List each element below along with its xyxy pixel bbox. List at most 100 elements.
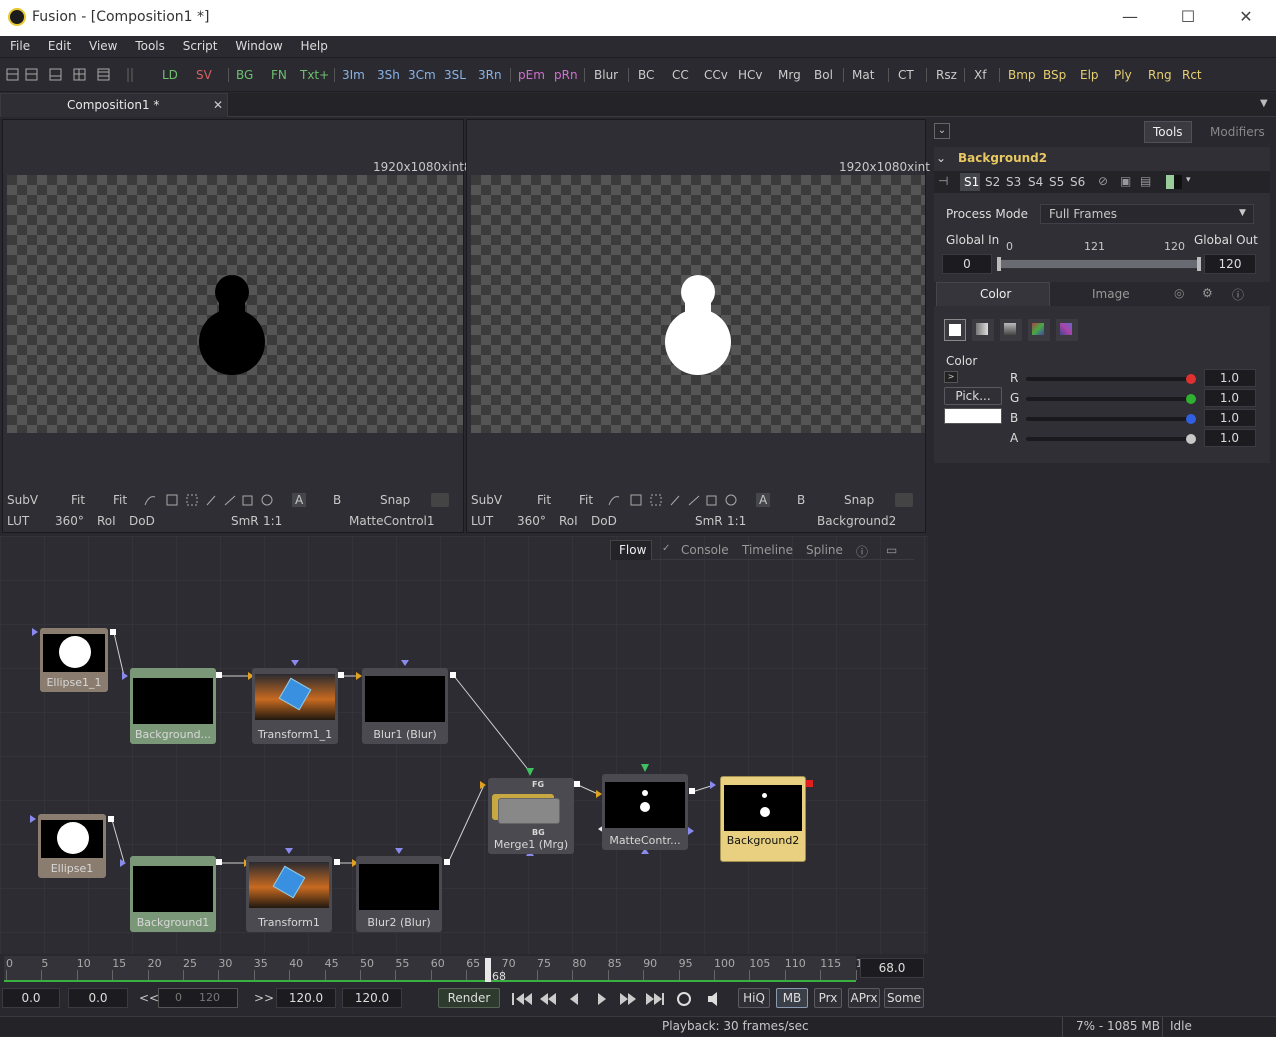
node-background1-1[interactable]: Background... [130, 668, 216, 744]
flag-mb[interactable]: MB [776, 988, 808, 1008]
360-button[interactable]: 360° [517, 514, 546, 528]
toolbar-button-rng[interactable]: Rng [1148, 68, 1172, 82]
channel-value-r[interactable]: 1.0 [1204, 369, 1256, 387]
viewer-node-name[interactable]: MatteControl1 [349, 514, 435, 528]
toolbar-button-ply[interactable]: Ply [1114, 68, 1132, 82]
roi-button[interactable]: RoI [559, 514, 578, 528]
toolbar-button-rsz[interactable]: Rsz [936, 68, 957, 82]
horizontal-gradient-button[interactable] [972, 319, 994, 341]
slider-handle[interactable] [1186, 394, 1196, 404]
toolbar-button-rct[interactable]: Rct [1182, 68, 1202, 82]
color-channel-icon[interactable] [431, 493, 449, 507]
close-icon[interactable]: ✕ [213, 98, 223, 112]
a-button[interactable]: A [292, 493, 307, 507]
slot-s5[interactable]: S5 [1049, 175, 1064, 189]
time-ruler[interactable]: 0 5 10 15 20 25 30 35 40 45 50 55 60 65 70 75 80 85 90 95 10… [4, 956, 877, 983]
slider-handle[interactable] [1186, 434, 1196, 444]
node-background1[interactable]: Background1 [130, 856, 216, 932]
tab-modifiers[interactable]: Modifiers [1210, 125, 1265, 139]
viewer-image[interactable] [471, 175, 925, 433]
360-button[interactable]: 360° [55, 514, 84, 528]
channel-slider-a[interactable] [1026, 437, 1192, 441]
viewer-right[interactable]: 1920x1080xint8 SubV Fit Fit A B Snap LUT… [466, 119, 938, 533]
ratio-button[interactable]: 1:1 [263, 514, 282, 528]
fit-button-2[interactable]: Fit [113, 493, 127, 507]
global-in-field[interactable]: 0 [942, 254, 992, 274]
node-transform1[interactable]: Transform1 [246, 856, 332, 932]
render-start-field[interactable]: 0.0 [68, 988, 128, 1008]
snap-button[interactable]: Snap [380, 493, 410, 507]
node-blur2[interactable]: Blur2 (Blur) [356, 856, 442, 932]
channel-value-a[interactable]: 1.0 [1204, 429, 1256, 447]
toolbar-button-3im[interactable]: 3Im [342, 68, 365, 82]
pick-button[interactable]: Pick... [944, 387, 1002, 405]
fit-button[interactable]: Fit [537, 493, 551, 507]
playback-controls[interactable] [510, 991, 730, 1007]
channel-slider-b[interactable] [1026, 417, 1192, 421]
viewer-tool-icons[interactable] [143, 493, 283, 507]
maximize-button[interactable]: ☐ [1168, 6, 1208, 30]
playhead[interactable] [485, 958, 491, 982]
toolbar-button-cc[interactable]: CC [672, 68, 689, 82]
chevron-down-icon[interactable]: ▼ [1260, 98, 1268, 109]
toolbar-button-3sh[interactable]: 3Sh [377, 68, 400, 82]
global-start-field[interactable]: 0.0 [2, 988, 60, 1008]
info-icon[interactable]: ⓘ [1232, 286, 1244, 303]
channel-slider-g[interactable] [1026, 397, 1192, 401]
process-mode-select[interactable]: Full Frames ▼ [1040, 204, 1254, 224]
tab-tools[interactable]: Tools [1153, 125, 1183, 139]
lock-icon[interactable]: ▣ [1120, 174, 1131, 188]
flag-hiq[interactable]: HiQ [738, 988, 770, 1008]
viewer-node-name[interactable]: Background2 [817, 514, 896, 528]
dod-button[interactable]: DoD [129, 514, 155, 528]
lut-button[interactable]: LUT [7, 514, 29, 528]
subview-button[interactable]: SubV [471, 493, 502, 507]
snap-button[interactable]: Snap [844, 493, 874, 507]
toolbar-button-3rn[interactable]: 3Rn [478, 68, 502, 82]
node-merge1[interactable]: FG BG Merge1 (Mrg) [488, 778, 574, 854]
color-channel-icon[interactable] [895, 493, 913, 507]
toolbar-button-bg[interactable]: BG [236, 68, 253, 82]
toolbar-button-bmp[interactable]: Bmp [1008, 68, 1036, 82]
dod-button[interactable]: DoD [591, 514, 617, 528]
chevron-down-icon[interactable]: ⌄ [934, 123, 950, 139]
channel-slider-r[interactable] [1026, 377, 1192, 381]
layout-icons[interactable] [6, 68, 136, 82]
toolbar-button-bc[interactable]: BC [638, 68, 654, 82]
lut-button[interactable]: LUT [471, 514, 493, 528]
toolbar-button-xf[interactable]: Xf [974, 68, 986, 82]
chevron-down-icon[interactable]: ▾ [1186, 175, 1191, 185]
a-button[interactable]: A [756, 493, 771, 507]
flag-aprx[interactable]: APrx [848, 988, 880, 1008]
close-button[interactable]: ✕ [1226, 6, 1266, 30]
toolbar-button-sv[interactable]: SV [196, 68, 212, 82]
pin-icon[interactable]: ⊣ [938, 174, 948, 188]
vertical-gradient-button[interactable] [1000, 319, 1022, 341]
channel-value-b[interactable]: 1.0 [1204, 409, 1256, 427]
node-transform1-1[interactable]: Transform1_1 [252, 668, 338, 744]
menu-script[interactable]: Script [183, 36, 218, 53]
toolbar-button-ld[interactable]: LD [162, 68, 178, 82]
save-icon[interactable]: ▤ [1140, 174, 1151, 188]
toolbar-button-bol[interactable]: Bol [814, 68, 833, 82]
fit-button[interactable]: Fit [71, 493, 85, 507]
toolbar-button-txt[interactable]: Txt+ [300, 68, 329, 82]
slider-handle[interactable] [1186, 374, 1196, 384]
fx-icon[interactable]: ◎ [1174, 286, 1184, 300]
node-background2[interactable]: Background2 [720, 776, 806, 862]
subview-button[interactable]: SubV [7, 493, 38, 507]
b-button[interactable]: B [333, 493, 341, 507]
menu-tools[interactable]: Tools [135, 36, 165, 53]
b-button[interactable]: B [797, 493, 805, 507]
render-button[interactable]: Render [438, 988, 500, 1008]
global-range-slider[interactable] [997, 257, 1201, 271]
toolbar-button-mat[interactable]: Mat [852, 68, 874, 82]
current-time-field[interactable]: 68.0 [860, 958, 924, 978]
slider-handle[interactable] [1186, 414, 1196, 424]
menu-edit[interactable]: Edit [48, 36, 71, 53]
node-blur1[interactable]: Blur1 (Blur) [362, 668, 448, 744]
flag-some[interactable]: Some [884, 988, 924, 1008]
slot-s4[interactable]: S4 [1028, 175, 1043, 189]
fit-button-2[interactable]: Fit [579, 493, 593, 507]
gradient-button[interactable] [1056, 319, 1078, 341]
